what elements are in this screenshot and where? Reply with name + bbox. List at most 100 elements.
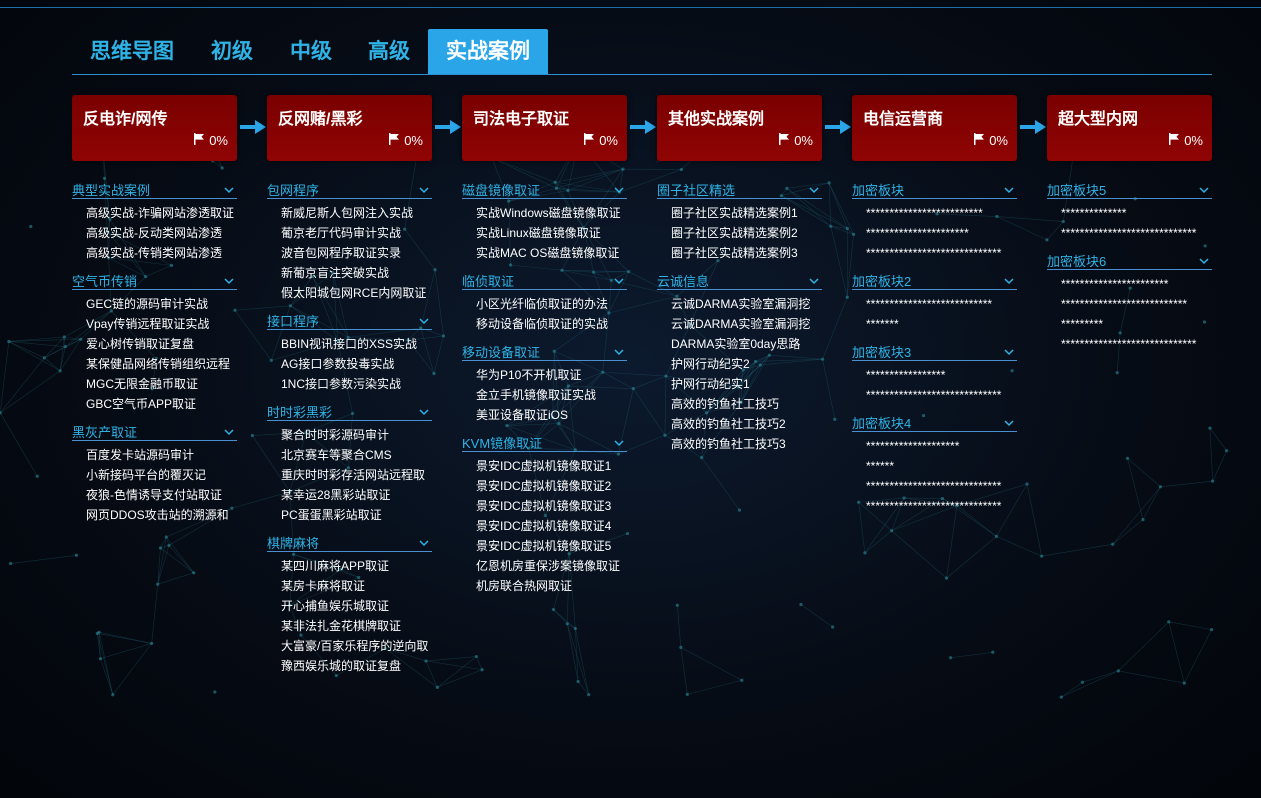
topic-item[interactable]: 云诚DARMA实验室漏洞挖 xyxy=(657,314,822,334)
topic-item[interactable]: 葡京老厅代码审计实战 xyxy=(267,223,432,243)
topic-item[interactable]: 景安IDC虚拟机镜像取证4 xyxy=(462,516,627,536)
chevron-down-icon[interactable] xyxy=(224,424,234,436)
topic-item[interactable]: 大富豪/百家乐程序的逆向取 xyxy=(267,636,432,656)
topic-item[interactable]: 圈子社区实战精选案例3 xyxy=(657,243,822,263)
topic-item[interactable]: 某保健品网络传销组织远程 xyxy=(72,354,237,374)
topic-item[interactable]: 夜狼-色情诱导支付站取证 xyxy=(72,485,237,505)
topic-item[interactable]: 景安IDC虚拟机镜像取证1 xyxy=(462,456,627,476)
chevron-down-icon[interactable] xyxy=(1199,253,1209,265)
stage-card[interactable]: 司法电子取证 0% xyxy=(462,95,627,161)
chevron-down-icon[interactable] xyxy=(614,344,624,356)
topic-item[interactable]: Vpay传销远程取证实战 xyxy=(72,314,237,334)
topic-item[interactable]: 高级实战-传销类网站渗透 xyxy=(72,243,237,263)
section-header[interactable]: 加密板块2 xyxy=(852,269,1017,290)
section-header[interactable]: 接口程序 xyxy=(267,309,432,330)
topic-item[interactable]: PC蛋蛋黑彩站取证 xyxy=(267,505,432,525)
topic-item[interactable]: *********************** xyxy=(1047,274,1212,294)
stage-card[interactable]: 反网赌/黑彩 0% xyxy=(267,95,432,161)
section-header[interactable]: 黑灰产取证 xyxy=(72,420,237,441)
topic-item[interactable]: 聚合时时彩源码审计 xyxy=(267,425,432,445)
chevron-down-icon[interactable] xyxy=(614,182,624,194)
section-header[interactable]: 加密板块5 xyxy=(1047,178,1212,199)
topic-item[interactable]: ******* xyxy=(852,314,1017,334)
topic-item[interactable]: ********************** xyxy=(852,223,1017,243)
topic-item[interactable]: 波音包网程序取证实录 xyxy=(267,243,432,263)
topic-item[interactable]: 高效的钓鱼社工技巧 xyxy=(657,394,822,414)
topic-item[interactable]: GEC链的源码审计实战 xyxy=(72,294,237,314)
section-header[interactable]: 临侦取证 xyxy=(462,269,627,290)
topic-item[interactable]: 景安IDC虚拟机镜像取证3 xyxy=(462,496,627,516)
section-header[interactable]: 加密板块 xyxy=(852,178,1017,199)
topic-item[interactable]: 云诚DARMA实验室漏洞挖 xyxy=(657,294,822,314)
section-header[interactable]: 加密板块4 xyxy=(852,411,1017,432)
topic-item[interactable]: 亿恩机房重保涉案镜像取证 xyxy=(462,556,627,576)
topic-item[interactable]: 实战Linux磁盘镜像取证 xyxy=(462,223,627,243)
topic-item[interactable]: 新葡京盲注突破实战 xyxy=(267,263,432,283)
section-header[interactable]: 加密板块3 xyxy=(852,340,1017,361)
topic-item[interactable]: ********* xyxy=(1047,314,1212,334)
chevron-down-icon[interactable] xyxy=(1004,415,1014,427)
section-header[interactable]: KVM镜像取证 xyxy=(462,431,627,452)
topic-item[interactable]: 金立手机镜像取证实战 xyxy=(462,385,627,405)
topic-item[interactable]: 机房联合热网取证 xyxy=(462,576,627,596)
topic-item[interactable]: GBC空气币APP取证 xyxy=(72,394,237,414)
tab-practical-cases[interactable]: 实战案例 xyxy=(428,29,548,74)
topic-item[interactable]: 高效的钓鱼社工技巧3 xyxy=(657,434,822,454)
stage-card[interactable]: 超大型内网 0% xyxy=(1047,95,1212,161)
topic-item[interactable]: 圈子社区实战精选案例2 xyxy=(657,223,822,243)
section-header[interactable]: 磁盘镜像取证 xyxy=(462,178,627,199)
topic-item[interactable]: BBIN视讯接口的XSS实战 xyxy=(267,334,432,354)
topic-item[interactable]: DARMA实验室0day思路 xyxy=(657,334,822,354)
topic-item[interactable]: 美亚设备取证iOS xyxy=(462,405,627,425)
topic-item[interactable]: AG接口参数投毒实战 xyxy=(267,354,432,374)
chevron-down-icon[interactable] xyxy=(419,404,429,416)
topic-item[interactable]: ***************************** xyxy=(1047,334,1212,354)
topic-item[interactable]: MGC无限金融币取证 xyxy=(72,374,237,394)
section-header[interactable]: 空气币传销 xyxy=(72,269,237,290)
section-header[interactable]: 圈子社区精选 xyxy=(657,178,822,199)
section-header[interactable]: 加密板块6 xyxy=(1047,249,1212,270)
topic-item[interactable]: 新威尼斯人包网注入实战 xyxy=(267,203,432,223)
topic-item[interactable]: 高效的钓鱼社工技巧2 xyxy=(657,414,822,434)
topic-item[interactable]: *************************** xyxy=(1047,294,1212,314)
topic-item[interactable]: *************************** xyxy=(852,294,1017,314)
topic-item[interactable]: 实战Windows磁盘镜像取证 xyxy=(462,203,627,223)
topic-item[interactable]: ************** xyxy=(1047,203,1212,223)
topic-item[interactable]: 景安IDC虚拟机镜像取证2 xyxy=(462,476,627,496)
topic-item[interactable]: 1NC接口参数污染实战 xyxy=(267,374,432,394)
topic-item[interactable]: 百度发卡站源码审计 xyxy=(72,445,237,465)
topic-item[interactable]: ***************************** xyxy=(852,496,1017,516)
topic-item[interactable]: ****** xyxy=(852,456,1017,476)
chevron-down-icon[interactable] xyxy=(419,535,429,547)
section-header[interactable]: 典型实战案例 xyxy=(72,178,237,199)
tab-beginner[interactable]: 初级 xyxy=(196,29,268,74)
topic-item[interactable]: 假太阳城包网RCE内网取证 xyxy=(267,283,432,303)
topic-item[interactable]: 某幸运28黑彩站取证 xyxy=(267,485,432,505)
tab-advanced[interactable]: 高级 xyxy=(353,29,425,74)
chevron-down-icon[interactable] xyxy=(614,273,624,285)
topic-item[interactable]: ***************** xyxy=(852,365,1017,385)
topic-item[interactable]: 豫西娱乐城的取证复盘 xyxy=(267,656,432,676)
topic-item[interactable]: 开心捕鱼娱乐城取证 xyxy=(267,596,432,616)
chevron-down-icon[interactable] xyxy=(419,313,429,325)
topic-item[interactable]: 某房卡麻将取证 xyxy=(267,576,432,596)
chevron-down-icon[interactable] xyxy=(1004,344,1014,356)
section-header[interactable]: 包网程序 xyxy=(267,178,432,199)
topic-item[interactable]: 重庆时时彩存活网站远程取 xyxy=(267,465,432,485)
topic-item[interactable]: 高级实战-反动类网站渗透 xyxy=(72,223,237,243)
topic-item[interactable]: 网页DDOS攻击站的溯源和 xyxy=(72,505,237,525)
topic-item[interactable]: 实战MAC OS磁盘镜像取证 xyxy=(462,243,627,263)
chevron-down-icon[interactable] xyxy=(614,435,624,447)
topic-item[interactable]: 北京赛车等聚合CMS xyxy=(267,445,432,465)
chevron-down-icon[interactable] xyxy=(224,182,234,194)
tab-intermediate[interactable]: 中级 xyxy=(275,29,347,74)
chevron-down-icon[interactable] xyxy=(224,273,234,285)
section-header[interactable]: 移动设备取证 xyxy=(462,340,627,361)
topic-item[interactable]: ***************************** xyxy=(852,243,1017,263)
topic-item[interactable]: 圈子社区实战精选案例1 xyxy=(657,203,822,223)
topic-item[interactable]: 爱心树传销取证复盘 xyxy=(72,334,237,354)
chevron-down-icon[interactable] xyxy=(419,182,429,194)
topic-item[interactable]: 华为P10不开机取证 xyxy=(462,365,627,385)
topic-item[interactable]: 某非法扎金花棋牌取证 xyxy=(267,616,432,636)
section-header[interactable]: 棋牌麻将 xyxy=(267,531,432,552)
